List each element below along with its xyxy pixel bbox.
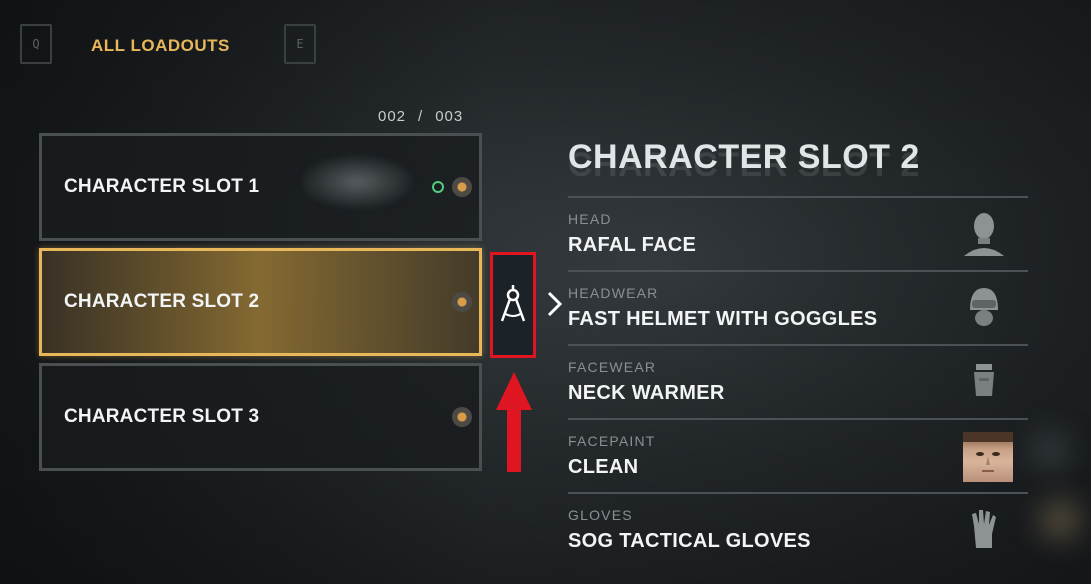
detail-title: CHARACTER SLOT 2 [568, 138, 920, 176]
item-name: SOG TACTICAL GLOVES [568, 530, 811, 552]
loadout-item-facepaint[interactable]: FACEPAINT CLEAN [568, 418, 1028, 492]
equipped-indicator-icon [432, 181, 444, 193]
status-dot-icon [452, 407, 472, 427]
item-name: CLEAN [568, 456, 639, 478]
item-category: FACEWEAR [568, 359, 657, 375]
counter-total: 003 [435, 108, 464, 125]
red-arrow-annotation [496, 372, 532, 472]
loadout-item-headwear[interactable]: HEADWEAR FAST HELMET WITH GOGGLES [568, 270, 1028, 344]
item-category: FACEPAINT [568, 433, 656, 449]
neck-warmer-icon [974, 364, 994, 396]
helmet-icon [970, 288, 998, 326]
compass-icon [500, 285, 526, 322]
character-slot-1[interactable]: CHARACTER SLOT 1 [39, 133, 482, 241]
background-light [1030, 430, 1070, 470]
face-portrait [963, 432, 1013, 482]
slot-label: CHARACTER SLOT 3 [64, 406, 260, 427]
loadout-item-facewear[interactable]: FACEWEAR NECK WARMER [568, 344, 1028, 418]
item-category: HEAD [568, 211, 612, 227]
head-icon [964, 213, 1004, 256]
glove-icon [972, 510, 996, 548]
character-slot-3[interactable]: CHARACTER SLOT 3 [39, 363, 482, 471]
background-light [1040, 500, 1080, 540]
item-name: NECK WARMER [568, 382, 725, 404]
customize-character-button[interactable] [490, 252, 536, 358]
loadout-item-gloves[interactable]: GLOVES SOG TACTICAL GLOVES [568, 492, 1028, 566]
page-title: ALL LOADOUTS [91, 36, 230, 55]
item-category: HEADWEAR [568, 285, 659, 301]
prev-tab-key[interactable]: Q [20, 24, 52, 64]
character-slot-2[interactable]: CHARACTER SLOT 2 [39, 248, 482, 356]
face-features [963, 432, 1013, 472]
chevron-right-icon [547, 291, 563, 317]
item-name: RAFAL FACE [568, 234, 697, 256]
next-tab-key[interactable]: E [284, 24, 316, 64]
slot-counter: 002/003 [378, 108, 464, 125]
smoke-decoration [302, 156, 412, 208]
slot-label: CHARACTER SLOT 1 [64, 176, 260, 197]
status-dot-icon [452, 177, 472, 197]
loadout-item-head[interactable]: HEAD RAFAL FACE [568, 196, 1028, 270]
item-name: FAST HELMET WITH GOGGLES [568, 308, 878, 330]
slot-label: CHARACTER SLOT 2 [64, 291, 260, 312]
counter-current: 002 [378, 108, 407, 125]
item-category: GLOVES [568, 507, 633, 523]
status-dot-icon [452, 292, 472, 312]
